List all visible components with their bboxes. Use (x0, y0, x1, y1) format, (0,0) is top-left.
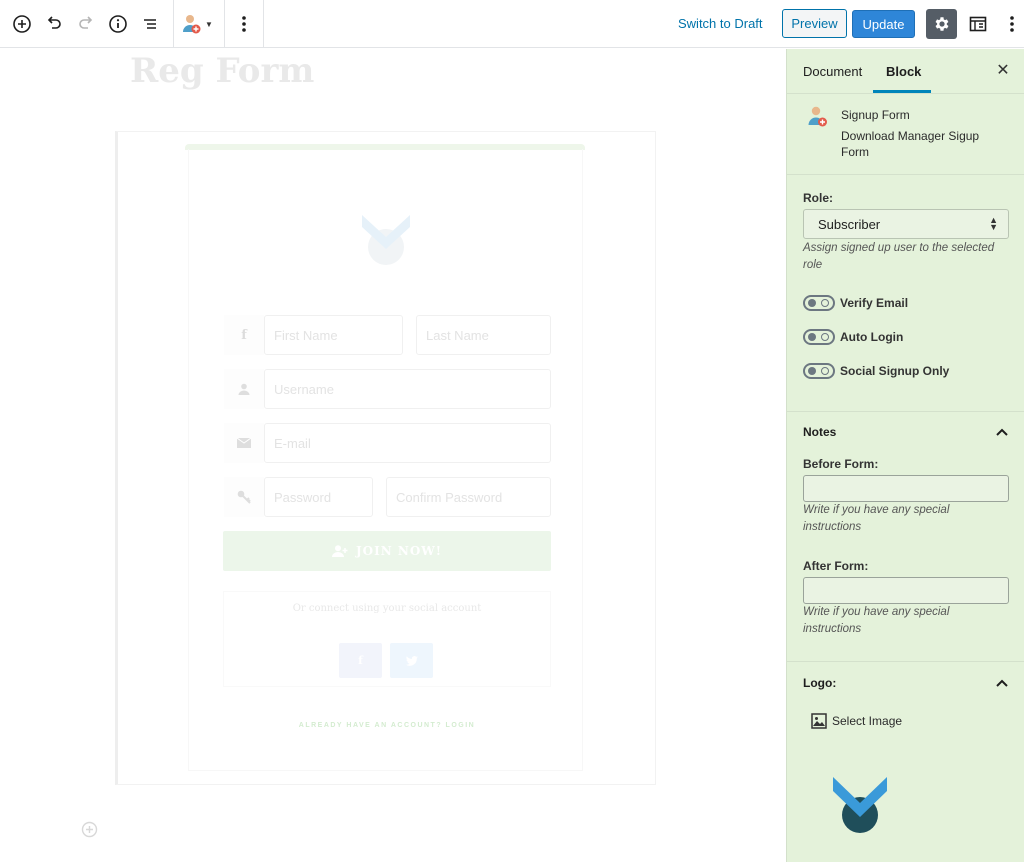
verify-email-toggle-row[interactable]: Verify Email (803, 294, 908, 312)
auto-login-toggle-row[interactable]: Auto Login (803, 328, 903, 346)
form-logo-icon (362, 215, 410, 265)
role-select[interactable]: Subscriber ▲ ▼ (803, 209, 1009, 239)
toolbar-divider (173, 0, 174, 48)
close-icon[interactable]: ✕ (994, 61, 1012, 79)
add-block-inline-icon[interactable] (81, 821, 98, 838)
block-switcher-button[interactable]: ▼ (180, 12, 216, 36)
editor-canvas: Reg Form f First Name Last Name Username… (0, 49, 786, 862)
role-select-value: Subscriber (818, 216, 881, 232)
before-form-label: Before Form: (803, 457, 879, 471)
first-name-placeholder: First Name (274, 327, 338, 343)
email-field[interactable]: E-mail (264, 423, 551, 463)
confirm-password-placeholder: Confirm Password (396, 489, 503, 505)
password-placeholder: Password (274, 489, 332, 505)
add-block-icon[interactable] (10, 12, 34, 36)
signup-form-block-icon (183, 15, 201, 34)
email-placeholder: E-mail (274, 435, 311, 451)
username-field[interactable]: Username (264, 369, 551, 409)
editor-toolbar: ▼ Switch to Draft Preview Update (0, 0, 1024, 48)
select-image-label: Select Image (832, 714, 903, 728)
tab-block[interactable]: Block (886, 64, 921, 79)
block-card: Signup Form Download Manager Sigup Form (787, 95, 1024, 175)
confirm-password-field[interactable]: Confirm Password (386, 477, 551, 517)
chevron-up-icon[interactable] (995, 678, 1009, 688)
sidebar-tabs: Document Block ✕ (787, 49, 1024, 94)
settings-button[interactable] (926, 9, 957, 39)
social-connect-text: Or connect using your social account (292, 603, 482, 614)
username-placeholder: Username (274, 381, 334, 397)
social-signup-only-toggle[interactable] (803, 363, 835, 379)
info-icon[interactable] (106, 12, 130, 36)
key-icon (224, 477, 264, 517)
already-have-account-link[interactable]: ALREADY HAVE AN ACCOUNT? LOGIN (223, 722, 551, 729)
user-plus-icon (331, 545, 348, 557)
update-button[interactable]: Update (852, 10, 915, 38)
envelope-icon (224, 423, 264, 463)
facebook-login-button[interactable]: f (339, 643, 382, 678)
tab-document[interactable]: Document (803, 64, 862, 79)
more-vertical-icon[interactable] (232, 12, 256, 36)
verify-email-label: Verify Email (840, 296, 909, 310)
select-image-button[interactable]: Select Image (811, 713, 902, 729)
layout-icon[interactable] (966, 12, 990, 36)
password-field[interactable]: Password (264, 477, 373, 517)
image-icon (811, 713, 827, 729)
role-label: Role: (803, 191, 833, 205)
block-title: Signup Form (841, 108, 910, 122)
post-title[interactable]: Reg Form (130, 51, 314, 91)
undo-icon[interactable] (42, 12, 66, 36)
select-arrows-icon: ▲ ▼ (989, 215, 998, 232)
first-name-field[interactable]: First Name (264, 315, 403, 355)
facebook-field-icon: f (224, 315, 264, 355)
signup-form-block-icon (808, 106, 827, 127)
twitter-icon (405, 655, 418, 666)
list-view-icon[interactable] (138, 12, 162, 36)
facebook-icon: f (358, 654, 363, 667)
active-tab-indicator (873, 90, 931, 93)
options-more-icon[interactable] (1000, 12, 1024, 36)
toolbar-divider (224, 0, 225, 48)
auto-login-label: Auto Login (840, 330, 904, 344)
after-form-label: After Form: (803, 559, 869, 573)
social-signup-only-toggle-row[interactable]: Social Signup Only (803, 362, 949, 380)
social-signup-only-label: Social Signup Only (840, 364, 950, 378)
chevron-up-icon[interactable] (995, 427, 1009, 437)
redo-icon[interactable] (74, 12, 98, 36)
user-icon (224, 369, 264, 409)
logo-panel-title[interactable]: Logo: (803, 676, 836, 690)
join-now-button[interactable]: JOIN NOW! (223, 531, 551, 571)
gear-icon (935, 17, 948, 31)
verify-email-toggle[interactable] (803, 295, 835, 311)
settings-sidebar: Document Block ✕ Signup Form Download Ma… (786, 49, 1024, 862)
twitter-login-button[interactable] (390, 643, 433, 678)
chevron-down-icon: ▼ (205, 19, 213, 29)
last-name-placeholder: Last Name (426, 327, 489, 343)
role-help-text: Assign signed up user to the selected ro… (803, 242, 995, 271)
before-form-help: Write if you have any special instructio… (803, 504, 950, 533)
switch-to-draft-button[interactable]: Switch to Draft (678, 16, 763, 31)
block-description: Download Manager Sigup Form (841, 129, 980, 159)
notes-panel-title[interactable]: Notes (803, 425, 836, 439)
after-form-help: Write if you have any special instructio… (803, 606, 950, 635)
join-now-label: JOIN NOW! (355, 544, 443, 558)
toolbar-divider (263, 0, 264, 48)
preview-button[interactable]: Preview (782, 9, 847, 38)
before-form-input[interactable] (803, 475, 1009, 502)
last-name-field[interactable]: Last Name (416, 315, 551, 355)
panel-divider (787, 411, 1024, 412)
panel-divider (787, 661, 1024, 662)
after-form-input[interactable] (803, 577, 1009, 604)
logo-preview-icon (833, 777, 887, 833)
auto-login-toggle[interactable] (803, 329, 835, 345)
